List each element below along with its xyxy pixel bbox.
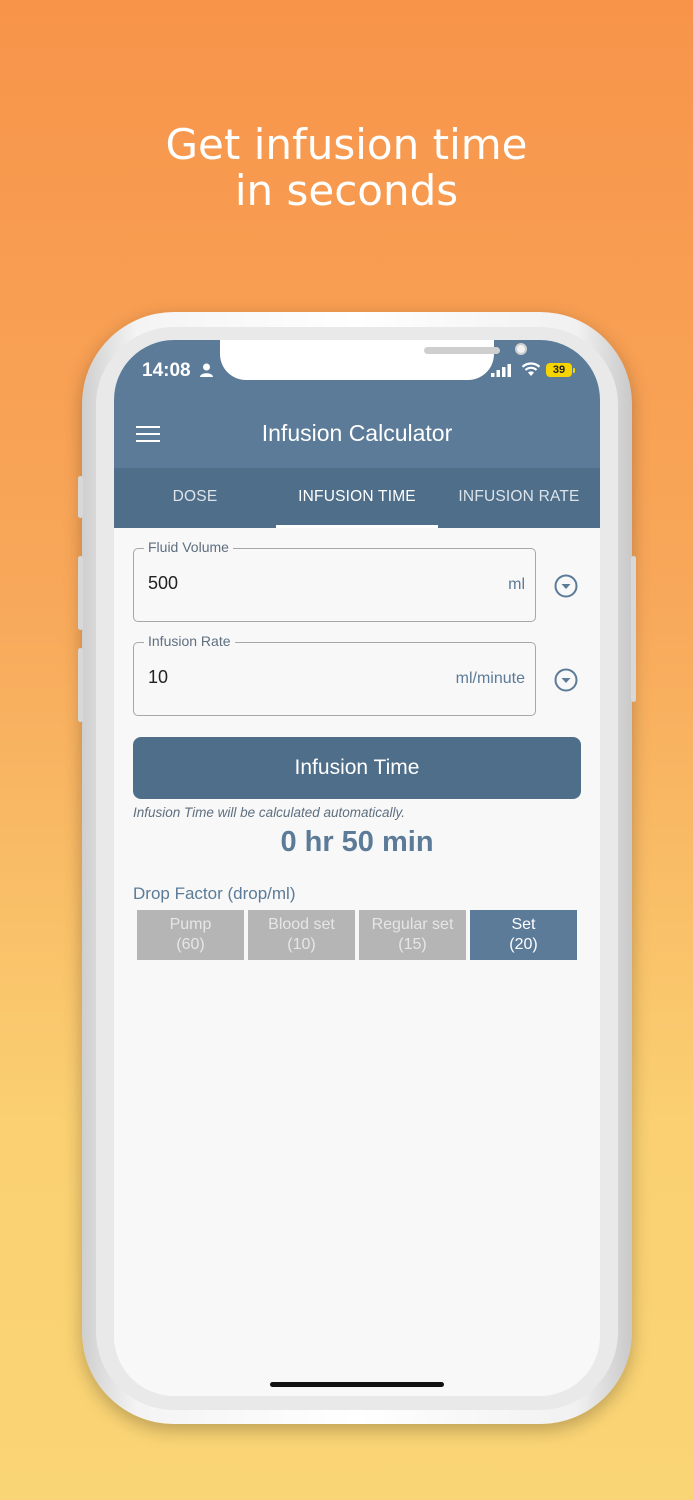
fluid-volume-label: Fluid Volume <box>144 539 233 555</box>
phone-screen: 14:08 39 Infusion Calculator DOSE INFUSI… <box>114 340 600 1396</box>
phone-volume-up-button <box>78 556 83 630</box>
headline-line-1: Get infusion time <box>165 120 528 169</box>
phone-volume-down-button <box>78 648 83 722</box>
drop-factor-option-regular-set[interactable]: Regular set (15) <box>359 910 466 960</box>
home-indicator[interactable] <box>270 1382 444 1387</box>
option-name: Set <box>511 916 536 933</box>
option-name: Regular set <box>371 916 454 933</box>
option-value: (10) <box>287 936 316 953</box>
signal-icon <box>491 364 511 377</box>
option-name: Pump <box>169 916 212 933</box>
drop-factor-option-set[interactable]: Set (20) <box>470 910 577 960</box>
front-camera <box>515 343 527 355</box>
status-time: 14:08 <box>142 360 191 381</box>
drop-factor-option-blood-set[interactable]: Blood set (10) <box>248 910 355 960</box>
fluid-volume-unit-dropdown-icon[interactable] <box>554 574 578 598</box>
battery-tip <box>573 368 575 373</box>
headline-line-2: in seconds <box>234 166 459 215</box>
tab-bar: DOSE INFUSION TIME INFUSION RATE <box>114 468 600 528</box>
infusion-rate-value[interactable]: 10 <box>148 667 168 688</box>
phone-power-button <box>631 556 636 702</box>
promo-headline: Get infusion time in seconds <box>0 122 693 214</box>
infusion-time-button[interactable]: Infusion Time <box>133 737 581 799</box>
fluid-volume-value[interactable]: 500 <box>148 573 178 594</box>
infusion-rate-field[interactable]: Infusion Rate 10 ml/minute <box>133 633 536 716</box>
person-icon <box>200 363 213 377</box>
tab-infusion-time[interactable]: INFUSION TIME <box>276 468 438 528</box>
auto-calc-hint: Infusion Time will be calculated automat… <box>133 805 406 820</box>
speaker-grille <box>424 347 500 354</box>
fluid-volume-unit: ml <box>508 576 525 593</box>
drop-factor-selector: Pump (60) Blood set (10) Regular set (15… <box>137 910 577 960</box>
option-name: Blood set <box>268 916 335 933</box>
battery-icon: 39 <box>546 363 572 377</box>
fluid-volume-field[interactable]: Fluid Volume 500 ml <box>133 539 536 622</box>
phone-side-button <box>78 476 83 518</box>
option-value: (20) <box>509 936 538 953</box>
app-bar: Infusion Calculator <box>114 404 600 468</box>
infusion-rate-unit: ml/minute <box>455 670 525 687</box>
tab-dose[interactable]: DOSE <box>114 468 276 528</box>
option-value: (60) <box>176 936 205 953</box>
drop-factor-option-pump[interactable]: Pump (60) <box>137 910 244 960</box>
infusion-time-result: 0 hr 50 min <box>280 826 434 858</box>
drop-factor-title: Drop Factor (drop/ml) <box>133 884 296 903</box>
option-value: (15) <box>398 936 427 953</box>
app-title: Infusion Calculator <box>261 420 453 446</box>
battery-level: 39 <box>552 364 566 376</box>
infusion-rate-label: Infusion Rate <box>144 633 235 649</box>
phone-notch <box>220 340 527 380</box>
tab-infusion-rate[interactable]: INFUSION RATE <box>438 468 600 528</box>
wifi-icon <box>521 362 541 376</box>
infusion-rate-unit-dropdown-icon[interactable] <box>554 668 578 692</box>
